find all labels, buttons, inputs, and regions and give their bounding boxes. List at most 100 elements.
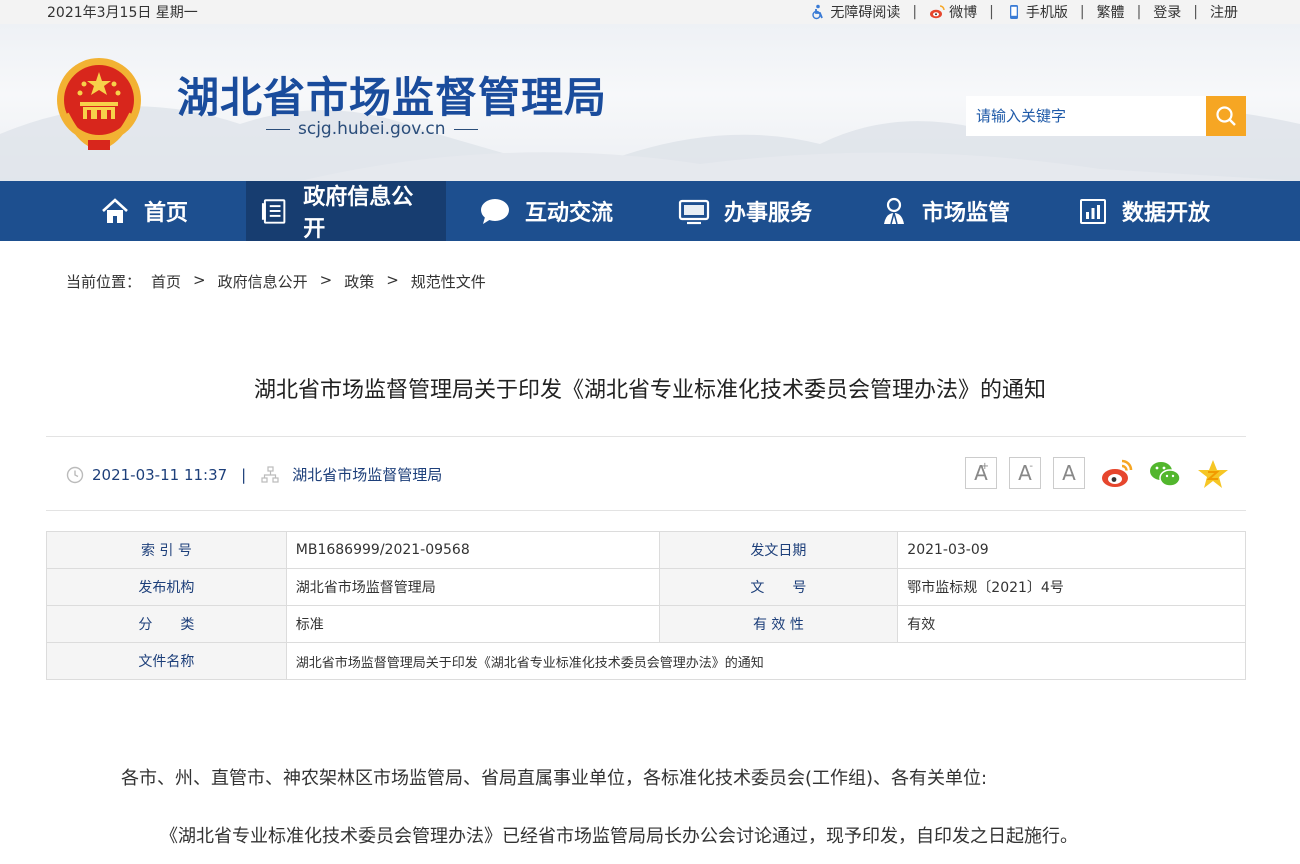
font-smaller-button[interactable]: A -	[1009, 457, 1041, 489]
info-key: 有 效 性	[658, 605, 899, 643]
domain-text: scjg.hubei.gov.cn	[298, 119, 446, 139]
info-key: 分 类	[46, 605, 287, 643]
search-button[interactable]	[1206, 96, 1246, 136]
info-key: 文 号	[658, 568, 899, 606]
accessibility-icon	[812, 4, 824, 20]
breadcrumb-separator: >	[319, 271, 333, 289]
nav-item-gov-info[interactable]: 政府信息公开	[246, 181, 446, 242]
bar-chart-icon	[1080, 199, 1106, 224]
divider	[46, 510, 1246, 511]
traditional-chinese-label: 繁體	[1096, 5, 1125, 21]
document-list-icon	[261, 199, 286, 224]
nav-item-label: 互动交流	[525, 201, 614, 226]
meta-separator: |	[241, 465, 247, 484]
breadcrumb: 当前位置： 首页 > 政府信息公开 > 政策 > 规范性文件	[66, 271, 486, 292]
wechat-icon	[1150, 462, 1181, 487]
font-size-controls: A + A - A	[965, 457, 1085, 489]
body-paragraph: 《湖北省专业标准化技术委员会管理办法》已经省市场监管局局长办公会讨论通过，现予印…	[160, 826, 1078, 847]
mobile-icon	[1009, 5, 1018, 19]
breadcrumb-separator: >	[386, 271, 399, 289]
breadcrumb-separator: >	[193, 271, 206, 289]
home-icon	[102, 198, 128, 223]
nav-item-interaction[interactable]: 互动交流	[465, 181, 627, 241]
share-wechat-button[interactable]	[1148, 457, 1182, 491]
nav-item-label: 首页	[144, 201, 189, 226]
nav-item-services[interactable]: 办事服务	[664, 181, 826, 241]
info-value: 湖北省市场监督管理局	[285, 568, 660, 606]
article-title: 湖北省市场监督管理局关于印发《湖北省专业标准化技术委员会管理办法》的通知	[253, 378, 1046, 403]
clock-icon	[66, 466, 84, 483]
plus-mark: +	[980, 461, 989, 472]
monitor-icon	[678, 199, 710, 225]
divider	[266, 128, 290, 130]
minus-mark: -	[1029, 461, 1033, 472]
breadcrumb-normative-docs[interactable]: 规范性文件	[411, 271, 486, 292]
table-row: 文件名称 湖北省市场监督管理局关于印发《湖北省专业标准化技术委员会管理办法》的通…	[46, 642, 1247, 680]
info-value: 鄂市监标规〔2021〕4号	[897, 568, 1246, 606]
top-bar: 2021年3月15日 星期一 无障碍阅读 | 微博 | 手机版 | 繁體 | 登…	[0, 0, 1300, 24]
search-input[interactable]	[966, 96, 1206, 136]
nav-item-market-supervision[interactable]: 市场监管	[866, 181, 1024, 241]
site-domain: scjg.hubei.gov.cn	[266, 119, 478, 139]
organization-icon	[261, 465, 279, 483]
info-value: 湖北省市场监督管理局关于印发《湖北省专业标准化技术委员会管理办法》的通知	[285, 642, 1247, 680]
table-row: 发布机构 湖北省市场监督管理局 文 号 鄂市监标规〔2021〕4号	[46, 568, 1246, 606]
top-links: 无障碍阅读 | 微博 | 手机版 | 繁體 | 登录 | 注册	[810, 2, 1238, 22]
site-title[interactable]: 湖北省市场监督管理局	[177, 64, 607, 125]
mobile-link[interactable]: 手机版	[1006, 2, 1068, 22]
inspector-icon	[884, 197, 904, 225]
share-qzone-button[interactable]	[1196, 457, 1230, 491]
current-date: 2021年3月15日 星期一	[47, 5, 198, 21]
nav-item-label: 数据开放	[1122, 201, 1211, 226]
register-link[interactable]: 注册	[1210, 2, 1238, 22]
accessibility-label: 无障碍阅读	[830, 5, 901, 21]
info-value: 2021-03-09	[897, 531, 1246, 569]
separator: |	[989, 4, 994, 20]
info-key: 索 引 号	[46, 531, 287, 569]
site-header: 湖北省市场监督管理局 scjg.hubei.gov.cn	[0, 24, 1300, 181]
info-value: MB1686999/2021-09568	[285, 531, 660, 569]
divider	[46, 436, 1246, 437]
register-label: 注册	[1210, 5, 1238, 21]
font-larger-button[interactable]: A +	[965, 457, 997, 489]
search-box	[966, 96, 1246, 136]
nav-item-label: 政府信息公开	[303, 185, 414, 242]
table-row: 分 类 标准 有 效 性 有效	[46, 605, 1246, 643]
info-value: 标准	[285, 605, 660, 643]
info-key: 发文日期	[658, 531, 899, 569]
table-row: 索 引 号 MB1686999/2021-09568 发文日期 2021-03-…	[46, 531, 1246, 569]
share-weibo-button[interactable]	[1100, 457, 1134, 491]
qzone-icon	[1198, 460, 1228, 488]
separator: |	[1136, 4, 1142, 20]
divider	[453, 128, 478, 130]
national-emblem[interactable]	[52, 54, 146, 152]
breadcrumb-gov-info[interactable]: 政府信息公开	[218, 271, 308, 292]
breadcrumb-home[interactable]: 首页	[151, 271, 181, 292]
search-icon	[1216, 106, 1236, 126]
nav-item-label: 办事服务	[724, 201, 813, 226]
main-nav: 首页 政府信息公开 互动交流 办事服务 市场监管 数据开放	[0, 181, 1300, 242]
breadcrumb-label: 当前位置：	[66, 273, 142, 291]
font-default-button[interactable]: A	[1053, 457, 1085, 489]
accessibility-link[interactable]: 无障碍阅读	[810, 2, 900, 22]
separator: |	[1079, 4, 1085, 20]
share-buttons	[1100, 457, 1230, 491]
traditional-chinese-link[interactable]: 繁體	[1097, 2, 1125, 22]
publish-source: 湖北省市场监督管理局	[292, 466, 443, 484]
chat-bubble-icon	[481, 199, 509, 224]
nav-item-open-data[interactable]: 数据开放	[1064, 181, 1224, 241]
nav-item-label: 市场监管	[922, 201, 1011, 226]
mobile-label: 手机版	[1025, 5, 1068, 21]
login-label: 登录	[1153, 5, 1182, 21]
breadcrumb-policy[interactable]: 政策	[344, 271, 374, 292]
article-meta: 2021-03-11 11:37 | 湖北省市场监督管理局	[66, 464, 442, 485]
weibo-icon	[930, 5, 945, 19]
weibo-link[interactable]: 微博	[929, 2, 977, 22]
font-default-label: A	[1062, 461, 1076, 485]
publish-datetime: 2021-03-11 11:37	[92, 465, 228, 484]
info-key: 发布机构	[46, 568, 287, 606]
info-key: 文件名称	[46, 642, 287, 680]
nav-item-home[interactable]: 首页	[86, 181, 202, 241]
login-link[interactable]: 登录	[1153, 2, 1181, 22]
document-info-table: 索 引 号 MB1686999/2021-09568 发文日期 2021-03-…	[46, 531, 1247, 680]
